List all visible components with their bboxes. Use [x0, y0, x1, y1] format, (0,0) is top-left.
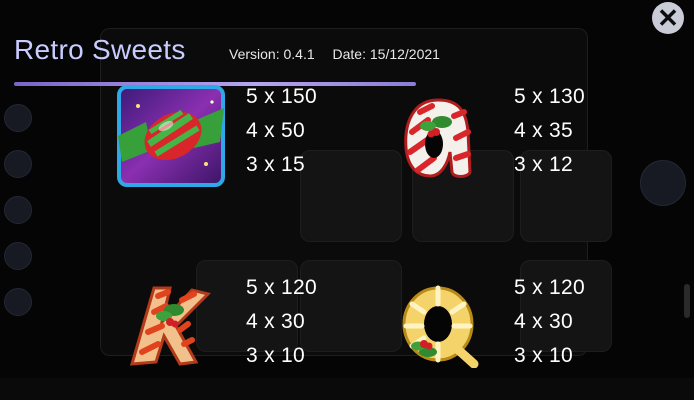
payout-4: 4 x 30 — [246, 310, 306, 333]
payout-5: 5 x 120 — [514, 276, 585, 299]
letter-a-candy-icon — [398, 92, 478, 182]
side-button — [4, 104, 32, 132]
payout-4: 4 x 30 — [514, 310, 574, 333]
side-button — [4, 242, 32, 270]
payout-3: 3 x 15 — [246, 153, 306, 176]
side-button — [4, 150, 32, 178]
payout-4: 4 x 35 — [514, 119, 574, 142]
version-label: Version: 0.4.1 — [229, 46, 315, 62]
payout-5: 5 x 150 — [246, 85, 317, 108]
candy-wrapper-icon — [116, 84, 226, 188]
payout-list: 5 x 130 4 x 35 3 x 12 — [514, 80, 585, 182]
side-button — [4, 196, 32, 224]
payout-5: 5 x 120 — [246, 276, 317, 299]
date-label: Date: 15/12/2021 — [332, 46, 440, 62]
bottom-bar — [0, 378, 694, 400]
spin-button-bg — [640, 160, 686, 206]
payout-5: 5 x 130 — [514, 85, 585, 108]
payout-3: 3 x 10 — [514, 344, 574, 367]
payout-list: 5 x 120 4 x 30 3 x 10 — [514, 271, 585, 373]
version-info: Version: 0.4.1 Date: 15/12/2021 — [229, 46, 454, 62]
payout-3: 3 x 12 — [514, 153, 574, 176]
payout-list: 5 x 150 4 x 50 3 x 15 — [246, 80, 317, 182]
letter-q-candy-icon — [398, 282, 482, 369]
payout-4: 4 x 50 — [246, 119, 306, 142]
payout-3: 3 x 10 — [246, 344, 306, 367]
side-button — [4, 288, 32, 316]
letter-k-candy-icon — [124, 282, 214, 368]
payout-list: 5 x 120 4 x 30 3 x 10 — [246, 271, 317, 373]
game-title: Retro Sweets — [14, 34, 186, 65]
close-icon[interactable]: ✕ — [652, 2, 684, 34]
scrollbar[interactable] — [684, 284, 690, 318]
